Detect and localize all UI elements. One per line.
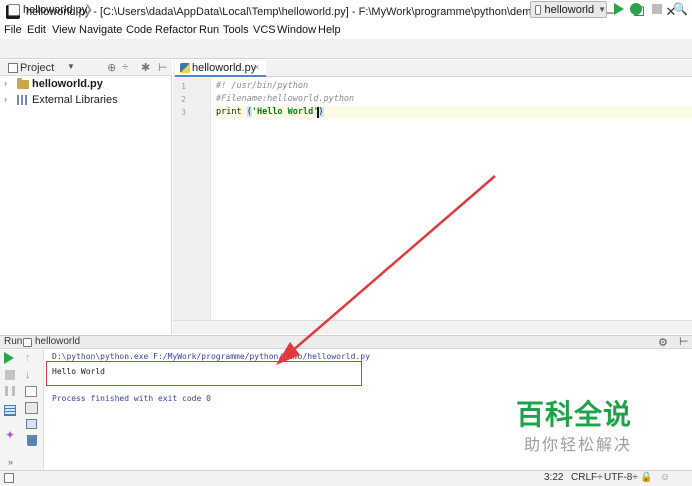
menu-file[interactable]: File bbox=[4, 24, 22, 36]
menu-navigate[interactable]: Navigate bbox=[79, 24, 122, 36]
line-separator[interactable]: CRLF÷ bbox=[571, 472, 603, 483]
line-number: 2 bbox=[181, 95, 186, 104]
folder-icon bbox=[17, 78, 29, 89]
watermark-logo: 百科全说 bbox=[516, 399, 633, 430]
search-icon[interactable]: 🔍 bbox=[673, 2, 688, 16]
string-literal: 'Hello World' bbox=[251, 107, 319, 117]
run-icon[interactable] bbox=[614, 3, 624, 15]
expand-arrow-icon[interactable]: › bbox=[4, 94, 7, 104]
navigation-bar bbox=[0, 39, 692, 59]
menu-view[interactable]: View bbox=[52, 24, 76, 36]
soft-wrap-icon[interactable] bbox=[25, 386, 37, 397]
text-caret bbox=[317, 107, 319, 118]
menu-edit[interactable]: Edit bbox=[27, 24, 46, 36]
locate-icon[interactable]: ⊕ bbox=[107, 61, 116, 74]
watermark-slogan: 助你轻松解决 bbox=[524, 437, 633, 454]
arrow-down-icon[interactable]: ↓ bbox=[25, 369, 31, 381]
chevron-down-icon[interactable]: ▼ bbox=[67, 62, 75, 71]
run-tool-title: Run bbox=[4, 336, 23, 347]
menu-help[interactable]: Help bbox=[318, 24, 341, 36]
run-tab-helloworld[interactable]: helloworld bbox=[35, 336, 80, 347]
tree-item-helloworld[interactable]: › helloworld.py bbox=[0, 77, 172, 92]
window-title: helloworld.py - [C:\Users\dada\AppData\L… bbox=[26, 6, 586, 18]
stop-icon[interactable] bbox=[5, 370, 15, 380]
tree-item-external-libraries[interactable]: › External Libraries bbox=[0, 93, 172, 108]
menu-code[interactable]: Code bbox=[126, 24, 152, 36]
collapse-all-icon[interactable]: ÷ bbox=[122, 61, 128, 73]
line-number: 1 bbox=[181, 82, 186, 91]
pin-icon[interactable]: ✦ bbox=[5, 428, 15, 442]
restore-layout-icon[interactable] bbox=[4, 405, 16, 416]
debug-icon[interactable] bbox=[630, 3, 642, 15]
python-config-icon bbox=[535, 4, 541, 15]
tree-item-label: helloworld.py bbox=[32, 78, 103, 90]
caret-position[interactable]: 3:22 bbox=[544, 472, 563, 483]
breadcrumb[interactable]: helloworld.py bbox=[23, 4, 87, 16]
menu-run[interactable]: Run bbox=[199, 24, 219, 36]
project-view-select[interactable]: Project bbox=[20, 62, 54, 74]
menu-bar: File Edit View Navigate Code Refactor Ru… bbox=[0, 24, 692, 38]
code-line-1: #! /usr/bin/python bbox=[216, 81, 309, 91]
print-keyword: print bbox=[216, 107, 247, 117]
menu-vcs[interactable]: VCS bbox=[253, 24, 276, 36]
menu-window[interactable]: Window bbox=[277, 24, 316, 36]
inspector-icon[interactable]: ☺ bbox=[660, 472, 670, 483]
run-configuration-label: helloworld bbox=[544, 3, 595, 16]
print-icon[interactable] bbox=[26, 419, 37, 429]
trash-icon[interactable] bbox=[27, 435, 37, 446]
gear-icon[interactable]: ⚙ bbox=[658, 336, 668, 349]
annotation-arrow bbox=[276, 175, 496, 365]
tree-item-label: External Libraries bbox=[32, 94, 118, 106]
close-tab-icon[interactable]: × bbox=[254, 62, 259, 72]
python-config-icon bbox=[23, 338, 32, 347]
pause-icon[interactable] bbox=[5, 386, 15, 396]
hide-panel-icon[interactable]: ⊢ bbox=[158, 61, 168, 74]
paren-close: ) bbox=[318, 107, 324, 117]
code-line-2: #Filename:helloworld.python bbox=[216, 94, 355, 104]
lock-icon[interactable]: 🔒 bbox=[640, 472, 652, 483]
toggle-tool-windows-icon[interactable] bbox=[4, 473, 14, 483]
annotation-arrow-shaft bbox=[283, 175, 496, 359]
hide-panel-icon[interactable]: ⊢ bbox=[679, 335, 689, 348]
scroll-to-end-icon[interactable] bbox=[25, 402, 38, 414]
arrow-up-icon[interactable]: ↑ bbox=[25, 352, 31, 364]
run-configuration-select[interactable]: helloworld ▼ bbox=[530, 1, 607, 18]
libraries-icon bbox=[17, 95, 29, 105]
stop-icon[interactable] bbox=[652, 4, 662, 14]
gear-icon[interactable]: ✱ bbox=[141, 61, 150, 74]
console-exit-line: Process finished with exit code 0 bbox=[52, 394, 211, 403]
chevron-right-icon: ❯ bbox=[84, 4, 94, 16]
code-line-3: print ('Hello World') bbox=[216, 107, 324, 117]
tab-label[interactable]: helloworld.py bbox=[192, 62, 256, 74]
chevron-down-icon: ▼ bbox=[598, 5, 606, 14]
line-number: 3 bbox=[181, 108, 186, 117]
python-file-icon bbox=[180, 63, 190, 73]
expand-arrow-icon[interactable]: › bbox=[4, 78, 7, 88]
menu-tools[interactable]: Tools bbox=[223, 24, 249, 36]
project-icon bbox=[8, 63, 18, 73]
menu-refactor[interactable]: Refactor bbox=[155, 24, 197, 36]
annotation-arrow-head bbox=[276, 342, 300, 365]
file-encoding[interactable]: UTF-8÷ bbox=[604, 472, 638, 483]
more-icon[interactable]: » bbox=[8, 457, 13, 467]
python-file-icon bbox=[8, 4, 20, 16]
rerun-icon[interactable] bbox=[4, 352, 14, 364]
